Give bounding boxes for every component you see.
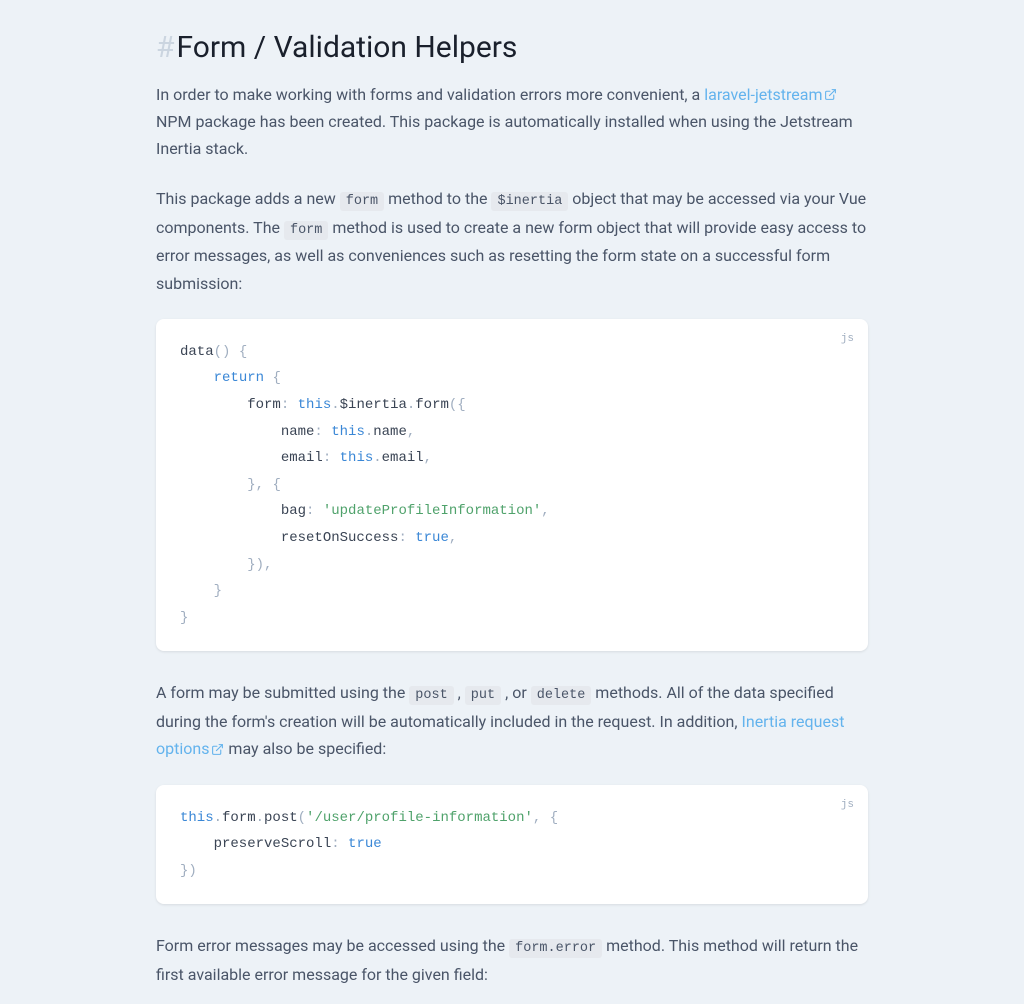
- p1-post: NPM package has been created. This packa…: [156, 112, 853, 158]
- external-link-icon: [824, 88, 837, 101]
- p4-a: Form error messages may be accessed usin…: [156, 936, 509, 955]
- code-post: post: [409, 686, 453, 705]
- code-delete: delete: [531, 686, 592, 705]
- p1-pre: In order to make working with forms and …: [156, 85, 704, 104]
- p3-a: A form may be submitted using the: [156, 683, 409, 702]
- language-badge: js: [841, 329, 854, 350]
- code-pre-1: data() { return { form: this.$inertia.fo…: [180, 339, 844, 632]
- p2-a: This package adds a new: [156, 189, 340, 208]
- code-form-2: form: [284, 221, 328, 240]
- code-block-2: js this.form.post('/user/profile-informa…: [156, 785, 868, 905]
- p3-e: may also be specified:: [224, 739, 386, 758]
- code-put: put: [465, 686, 501, 705]
- paragraph-3: A form may be submitted using the post ,…: [156, 679, 868, 762]
- code-form-error: form.error: [509, 939, 602, 958]
- paragraph-2: This package adds a new form method to t…: [156, 185, 868, 297]
- external-link-icon: [211, 743, 224, 756]
- p3-b: ,: [454, 683, 465, 702]
- link-laravel-jetstream[interactable]: laravel-jetstream: [704, 85, 837, 104]
- paragraph-4: Form error messages may be accessed usin…: [156, 932, 868, 988]
- code-block-1: js data() { return { form: this.$inertia…: [156, 319, 868, 652]
- p1-link-text: laravel-jetstream: [704, 85, 822, 104]
- code-form-1: form: [340, 192, 384, 211]
- code-pre-2: this.form.post('/user/profile-informatio…: [180, 805, 844, 885]
- p3-c: , or: [501, 683, 531, 702]
- heading-anchor[interactable]: #: [156, 30, 174, 65]
- p2-b: method to the: [384, 189, 491, 208]
- doc-container: #Form / Validation Helpers In order to m…: [152, 30, 872, 989]
- code-inertia: $inertia: [491, 192, 568, 211]
- page-title: #Form / Validation Helpers: [156, 30, 868, 65]
- paragraph-1: In order to make working with forms and …: [156, 81, 868, 163]
- language-badge: js: [841, 795, 854, 816]
- heading-text: Form / Validation Helpers: [176, 30, 517, 65]
